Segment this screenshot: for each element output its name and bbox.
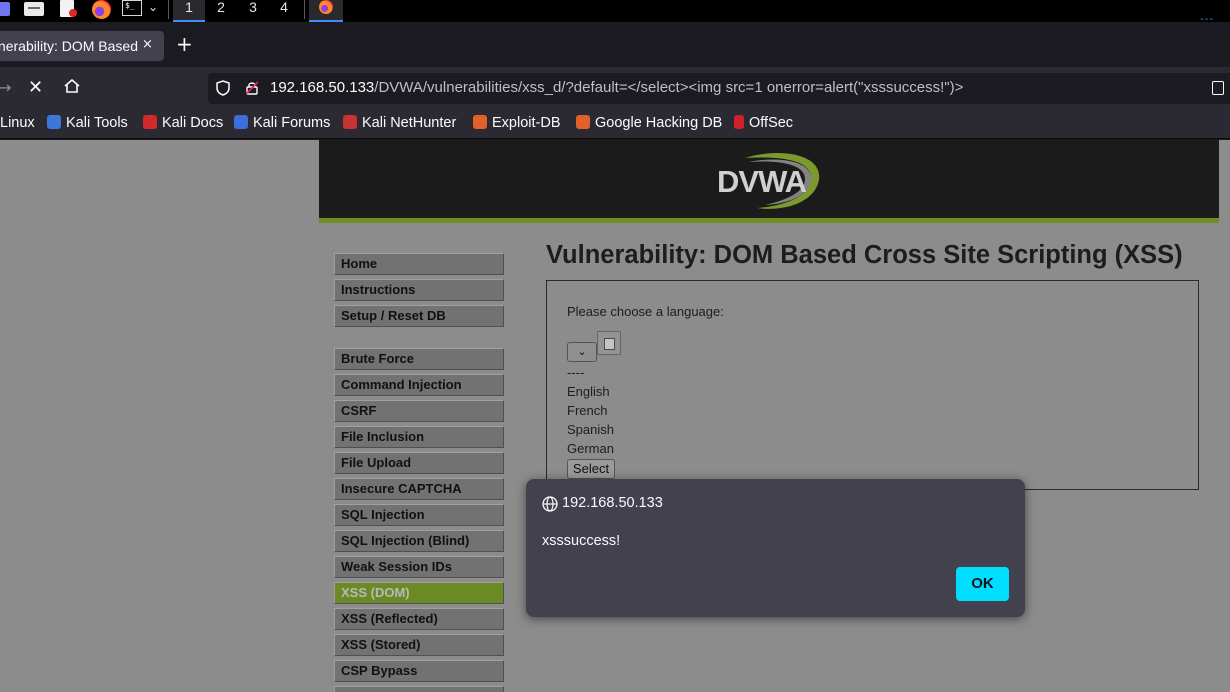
- firefox-icon[interactable]: [92, 0, 111, 19]
- alert-message: xsssuccess!: [542, 533, 621, 549]
- broken-image-icon: [597, 331, 621, 355]
- kali-forums-icon: [234, 115, 248, 129]
- bookmark-kali-tools[interactable]: Kali Tools: [47, 115, 128, 131]
- bookmark-kali-linux[interactable]: Linux: [0, 115, 35, 131]
- terminal-icon[interactable]: $_: [122, 0, 142, 16]
- forward-arrow-icon[interactable]: →: [0, 78, 11, 97]
- dvwa-logo: DVWA: [715, 150, 825, 210]
- menu-xss-stored[interactable]: XSS (Stored): [334, 634, 504, 656]
- page-title: Vulnerability: DOM Based Cross Site Scri…: [546, 241, 1183, 269]
- globe-icon: [542, 496, 558, 512]
- bookmarks-toolbar: Linux Kali Tools Kali Docs Kali Forums K…: [0, 111, 1230, 139]
- language-option-spanish: Spanish: [567, 422, 614, 437]
- workspace-1[interactable]: 1: [173, 0, 205, 22]
- alert-origin: 192.168.50.133: [562, 495, 663, 511]
- menu-instructions[interactable]: Instructions: [334, 279, 504, 301]
- url-text[interactable]: 192.168.50.133/DVWA/vulnerabilities/xss_…: [270, 79, 963, 96]
- alert-dialog: 192.168.50.133 xsssuccess! OK: [526, 479, 1025, 617]
- bookmark-google-hacking-db[interactable]: Google Hacking DB: [576, 115, 722, 131]
- tab-title: Vulnerability: DOM Based: [0, 38, 138, 54]
- bookmark-exploit-db[interactable]: Exploit-DB: [473, 115, 561, 131]
- menu-csrf[interactable]: CSRF: [334, 400, 504, 422]
- bookmark-offsec[interactable]: OffSec: [734, 115, 793, 131]
- menu-sql-injection-blind[interactable]: SQL Injection (Blind): [334, 530, 504, 552]
- ok-button[interactable]: OK: [956, 567, 1009, 601]
- chevron-down-icon[interactable]: ⌄: [148, 0, 158, 18]
- browser-tab-strip: Vulnerability: DOM Based × +: [0, 25, 1230, 67]
- new-tab-button[interactable]: +: [176, 34, 193, 54]
- kali-tools-icon: [47, 115, 61, 129]
- bookmark-kali-docs[interactable]: Kali Docs: [143, 115, 223, 131]
- language-option: ----: [567, 365, 585, 380]
- dvwa-logo-text: DVWA: [717, 164, 807, 199]
- language-prompt: Please choose a language:: [567, 304, 724, 319]
- menu-command-injection[interactable]: Command Injection: [334, 374, 504, 396]
- home-icon[interactable]: [64, 79, 80, 93]
- exploit-db-icon: [473, 115, 487, 129]
- firefox-window-button[interactable]: [309, 0, 343, 22]
- menu-brute-force[interactable]: Brute Force: [334, 348, 504, 370]
- tracking-protection-shield-icon[interactable]: [216, 80, 230, 96]
- workspace-4[interactable]: 4: [268, 0, 300, 22]
- navigation-toolbar: → ✕ 192.168.50.133/DVWA/vulnerabilities/…: [0, 67, 1230, 111]
- stop-loading-icon[interactable]: ✕: [28, 77, 43, 98]
- dvwa-header: DVWA: [319, 140, 1219, 223]
- language-option-german: German: [567, 441, 614, 456]
- text-editor-icon[interactable]: [60, 0, 77, 17]
- menu-sql-injection[interactable]: SQL Injection: [334, 504, 504, 526]
- taskbar-separator: [304, 0, 305, 19]
- chevron-down-icon: ⌄: [577, 345, 587, 358]
- menu-insecure-captcha[interactable]: Insecure CAPTCHA: [334, 478, 504, 500]
- tab-close-icon[interactable]: ×: [142, 37, 153, 52]
- ghdb-icon: [576, 115, 590, 129]
- tab-dvwa[interactable]: Vulnerability: DOM Based ×: [0, 31, 164, 61]
- app-launcher-icon[interactable]: [0, 2, 10, 16]
- network-indicator-icon: ‐‐‐: [1200, 14, 1214, 25]
- menu-weak-session-ids[interactable]: Weak Session IDs: [334, 556, 504, 578]
- menu-home[interactable]: Home: [334, 253, 504, 275]
- workspace-3[interactable]: 3: [237, 0, 269, 22]
- menu-setup-reset-db[interactable]: Setup / Reset DB: [334, 305, 504, 327]
- vulnerability-box: Please choose a language: ⌄ ---- English…: [546, 280, 1199, 490]
- offsec-icon: [734, 115, 744, 129]
- bookmark-kali-nethunter[interactable]: Kali NetHunter: [343, 115, 456, 131]
- nethunter-icon: [343, 115, 357, 129]
- menu-xss-reflected[interactable]: XSS (Reflected): [334, 608, 504, 630]
- menu-file-inclusion[interactable]: File Inclusion: [334, 426, 504, 448]
- language-option-french: French: [567, 403, 608, 418]
- desktop-taskbar: $_ ⌄ 1 2 3 4 ‐‐‐: [0, 0, 1230, 25]
- taskbar-separator: [168, 0, 169, 19]
- url-path: /DVWA/vulnerabilities/xss_d/?default=</s…: [374, 79, 964, 96]
- firefox-icon: [319, 0, 333, 14]
- bookmark-kali-forums[interactable]: Kali Forums: [234, 115, 330, 131]
- menu-csp-bypass[interactable]: CSP Bypass: [334, 660, 504, 682]
- language-select[interactable]: ⌄: [567, 342, 597, 362]
- insecure-lock-icon[interactable]: [246, 81, 258, 95]
- menu-file-upload[interactable]: File Upload: [334, 452, 504, 474]
- menu-xss-dom[interactable]: XSS (DOM): [334, 582, 504, 604]
- url-host: 192.168.50.133: [270, 79, 375, 96]
- workspace-2[interactable]: 2: [205, 0, 237, 22]
- menu-next-item[interactable]: [334, 686, 504, 692]
- reader-view-icon[interactable]: [1212, 81, 1224, 95]
- kali-docs-icon: [143, 115, 157, 129]
- url-bar[interactable]: 192.168.50.133/DVWA/vulnerabilities/xss_…: [208, 73, 1230, 104]
- file-manager-icon[interactable]: [24, 2, 44, 16]
- language-option-english: English: [567, 384, 610, 399]
- select-button[interactable]: Select: [567, 459, 615, 479]
